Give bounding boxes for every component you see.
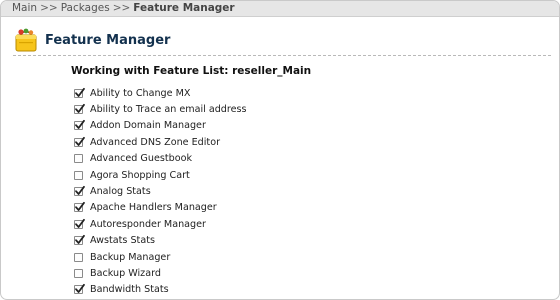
checkmark-icon xyxy=(75,136,85,146)
checkmark-icon xyxy=(75,235,85,245)
feature-checkbox[interactable] xyxy=(74,235,85,246)
checkmark-icon xyxy=(75,103,85,113)
header-divider xyxy=(13,55,551,56)
shopping-bag-icon xyxy=(13,27,39,53)
breadcrumb-separator: >> xyxy=(112,2,131,14)
breadcrumb-main-link[interactable]: Main xyxy=(12,2,37,14)
breadcrumb-separator: >> xyxy=(40,2,58,14)
feature-checkbox[interactable] xyxy=(74,185,85,197)
feature-checkbox[interactable] xyxy=(74,202,85,213)
feature-item[interactable]: Backup Wizard xyxy=(74,265,247,281)
checkmark-icon xyxy=(75,185,85,195)
feature-label: Backup Wizard xyxy=(90,267,161,279)
feature-item[interactable]: Bandwidth Stats xyxy=(74,282,247,298)
checkmark-icon xyxy=(75,284,85,294)
page-title: Feature Manager xyxy=(45,32,171,48)
checkmark-icon xyxy=(75,120,85,130)
feature-item[interactable]: Addon Domain Manager xyxy=(74,118,247,134)
feature-item[interactable]: Agora Shopping Cart xyxy=(74,167,247,183)
feature-label: Advanced DNS Zone Editor xyxy=(90,136,221,148)
feature-checkbox[interactable] xyxy=(74,103,85,115)
feature-checkbox[interactable] xyxy=(74,120,85,131)
feature-label: Autoresponder Manager xyxy=(90,218,206,230)
feature-checkbox[interactable] xyxy=(74,252,83,262)
feature-item[interactable]: Advanced Guestbook xyxy=(74,151,247,167)
feature-item[interactable]: Ability to Change MX xyxy=(74,85,247,101)
feature-item[interactable]: Awstats Stats xyxy=(74,233,247,249)
feature-item[interactable]: Analog Stats xyxy=(74,183,247,199)
feature-checkbox[interactable] xyxy=(74,154,83,164)
feature-label: Apache Handlers Manager xyxy=(90,202,217,214)
page-header: Feature Manager xyxy=(13,26,170,54)
feature-label: Backup Manager xyxy=(90,251,171,263)
feature-item[interactable]: Ability to Trace an email address xyxy=(74,101,247,117)
feature-label: Analog Stats xyxy=(90,186,151,198)
feature-label: Addon Domain Manager xyxy=(90,120,206,132)
feature-item[interactable]: Advanced DNS Zone Editor xyxy=(74,134,247,150)
feature-checkbox[interactable] xyxy=(74,268,83,278)
feature-checkbox[interactable] xyxy=(74,87,85,98)
feature-checkbox[interactable] xyxy=(74,136,85,147)
breadcrumb-packages-link[interactable]: Packages xyxy=(61,2,110,14)
window-frame: Main >> Packages >> Feature Manager Feature … xyxy=(0,0,560,300)
checkmark-icon xyxy=(75,202,85,212)
feature-label: Awstats Stats xyxy=(90,235,155,247)
feature-checkbox[interactable] xyxy=(74,218,85,229)
checkmark-icon xyxy=(75,87,85,97)
feature-label: Bandwidth Stats xyxy=(90,284,169,296)
feature-item[interactable]: Backup Manager xyxy=(74,249,247,265)
feature-checkbox[interactable] xyxy=(74,170,83,180)
feature-item[interactable]: Autoresponder Manager xyxy=(74,216,247,232)
feature-item[interactable]: Apache Handlers Manager xyxy=(74,200,247,216)
feature-label: Advanced Guestbook xyxy=(90,153,192,165)
breadcrumb: Main >> Packages >> Feature Manager xyxy=(1,1,559,17)
feature-checkbox[interactable] xyxy=(74,284,85,295)
breadcrumb-current: Feature Manager xyxy=(133,2,235,14)
feature-label: Ability to Trace an email address xyxy=(90,104,247,116)
checkmark-icon xyxy=(75,218,85,228)
feature-list-title: Working with Feature List: reseller_Main xyxy=(71,65,312,77)
feature-label: Ability to Change MX xyxy=(90,87,191,99)
feature-list: Ability to Change MX Ability to Trace an … xyxy=(74,85,247,298)
feature-label: Agora Shopping Cart xyxy=(90,169,190,181)
